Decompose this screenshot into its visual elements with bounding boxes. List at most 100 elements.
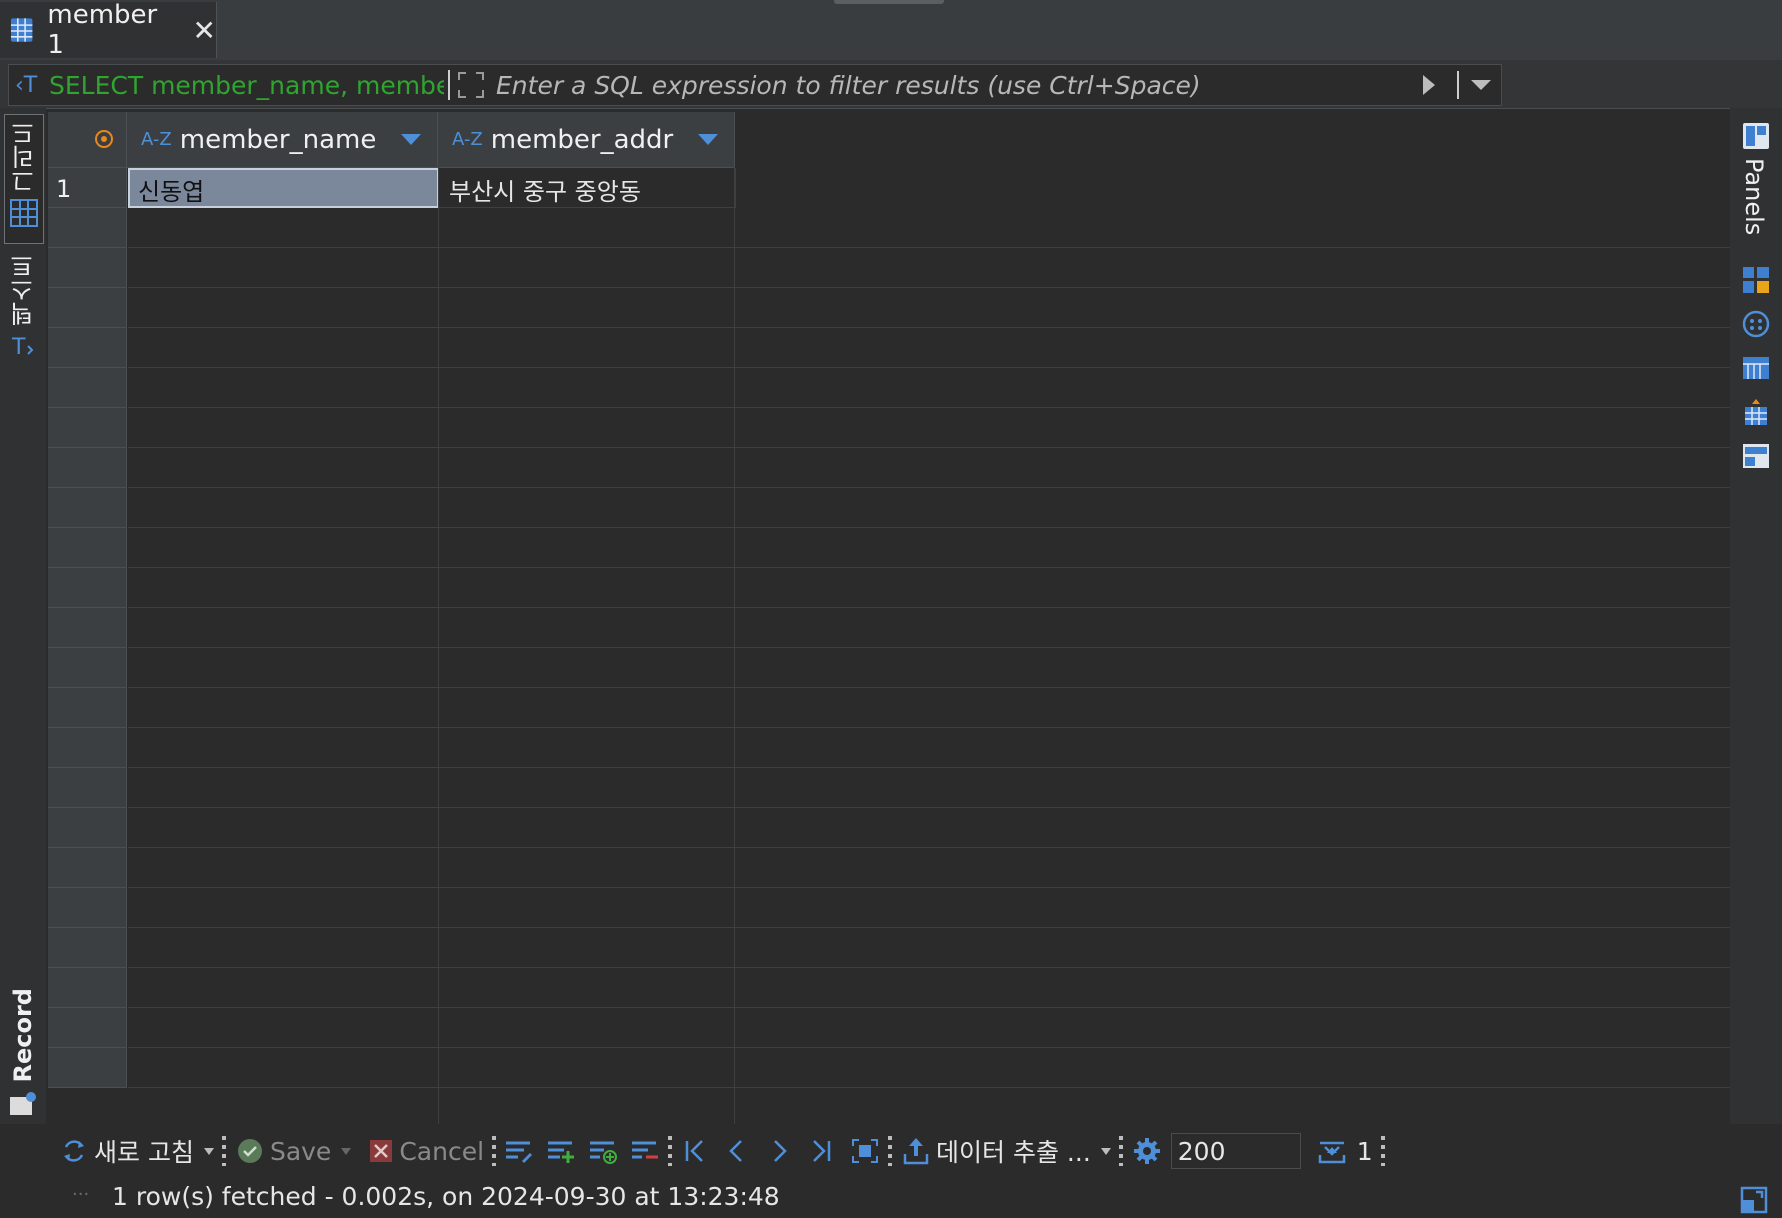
tab-text[interactable]: 텍스트 T [4, 254, 42, 364]
status-dots: ··· [72, 1184, 90, 1205]
row-number-empty [48, 1048, 127, 1088]
empty-grid-row [128, 288, 1730, 328]
status-bar: ··· 1 row(s) fetched - 0.002s, on 2024-0… [0, 1178, 1782, 1218]
previous-page-icon[interactable] [724, 1138, 750, 1164]
row-number[interactable]: 1 [48, 168, 127, 208]
close-icon[interactable]: ✕ [193, 14, 216, 47]
save-button[interactable]: Save [236, 1136, 352, 1166]
chevron-down-icon [341, 1147, 352, 1155]
record-tab-label: Record [9, 988, 37, 1083]
filter-input-box[interactable]: ‹T SELECT member_name, membe Enter a SQL… [8, 64, 1502, 106]
row-number-empty [48, 808, 127, 848]
cancel-icon [370, 1140, 393, 1162]
fetch-all-icon[interactable] [850, 1137, 880, 1165]
gear-icon[interactable] [1133, 1137, 1161, 1165]
column-name: member_name [179, 124, 377, 155]
filter-bar: ‹T SELECT member_name, membe Enter a SQL… [0, 60, 1782, 155]
refresh-label: 새로 고침 [94, 1138, 194, 1167]
row-number-empty [48, 928, 127, 968]
export-data-button[interactable]: 데이터 추출 ... [902, 1133, 1111, 1169]
row-number-empty [48, 848, 127, 888]
table-cell-member-name[interactable]: 신동엽 [128, 168, 439, 208]
separator [1457, 71, 1459, 99]
empty-grid-row [128, 368, 1730, 408]
next-page-icon[interactable] [766, 1138, 792, 1164]
empty-grid-row [128, 848, 1730, 888]
sort-icon[interactable] [401, 134, 421, 145]
fetch-size-input[interactable]: 200 [1170, 1133, 1301, 1169]
row-count-icon[interactable] [1317, 1137, 1347, 1165]
filter-history-dropdown-icon[interactable] [1471, 80, 1491, 90]
row-number-empty [48, 488, 127, 528]
row-count: 1 [1356, 1136, 1373, 1166]
value-viewer-icon[interactable] [1742, 266, 1770, 294]
cancel-button[interactable]: Cancel [369, 1137, 484, 1166]
copy-row-icon[interactable] [588, 1137, 618, 1165]
sort-icon[interactable] [698, 134, 718, 145]
record-icon [10, 1091, 36, 1115]
empty-grid-row [128, 888, 1730, 928]
panels-icon[interactable] [1742, 122, 1770, 150]
empty-grid-row [128, 568, 1730, 608]
tab-title: member 1 [47, 0, 158, 60]
expand-icon[interactable] [456, 70, 486, 100]
row-number-empty [48, 408, 127, 448]
chevron-down-icon [1100, 1147, 1111, 1155]
aggregate-icon[interactable] [1742, 310, 1770, 338]
grid-icon [10, 199, 38, 227]
column-header-member-addr[interactable]: A-Z member_addr [438, 112, 735, 168]
panels-sidebar: Panels [1730, 108, 1782, 1124]
empty-grid-row [128, 488, 1730, 528]
empty-grid-row [128, 768, 1730, 808]
row-number-empty [48, 768, 127, 808]
tab-record[interactable]: Record [4, 988, 42, 1118]
delete-row-icon[interactable] [630, 1137, 660, 1165]
empty-grid-row [128, 808, 1730, 848]
refresh-icon [64, 1140, 84, 1162]
empty-grid-row [128, 968, 1730, 1008]
text-cursor [448, 70, 450, 100]
empty-grid-row [128, 448, 1730, 488]
last-page-icon[interactable] [808, 1138, 834, 1164]
panels-label[interactable]: Panels [1740, 158, 1768, 235]
tab-member-1[interactable]: member 1 ✕ [0, 0, 217, 60]
filter-placeholder[interactable]: Enter a SQL expression to filter results… [496, 71, 1423, 100]
column-divider [438, 167, 439, 1124]
toolbar-separator [888, 1136, 893, 1166]
tab-grid[interactable]: 그리드 [4, 114, 44, 244]
sql-icon: ‹T [15, 72, 38, 98]
column-header-member-name[interactable]: A-Z member_name [127, 112, 438, 168]
row-number-empty [48, 608, 127, 648]
check-circle-icon [237, 1139, 262, 1163]
row-number-empty [48, 728, 127, 768]
row-number-empty [48, 208, 127, 248]
empty-grid-row [128, 408, 1730, 448]
row-number-empty [48, 648, 127, 688]
add-row-icon[interactable] [546, 1137, 576, 1165]
results-grid: A-Z member_name A-Z member_addr 1 신동엽 부산… [48, 112, 1730, 1124]
empty-grid-row [128, 928, 1730, 968]
sql-query-text[interactable]: SELECT member_name, membe [49, 71, 444, 100]
text-type-icon: A-Z [141, 129, 172, 150]
row-number-empty [48, 448, 127, 488]
empty-grid-row [128, 208, 1730, 248]
refresh-button[interactable]: 새로 고침 [60, 1133, 214, 1169]
references-icon[interactable] [1742, 398, 1770, 426]
edit-row-icon[interactable] [504, 1137, 534, 1165]
row-number-empty [48, 568, 127, 608]
toolbar-separator [1118, 1136, 1123, 1166]
results-toolbar: 새로 고침 Save Cancel 데이터 추출 ... 200 1 [0, 1124, 1782, 1178]
run-filter-icon[interactable] [1423, 75, 1435, 95]
drag-handle[interactable] [834, 0, 944, 4]
grouping-icon[interactable] [1742, 442, 1770, 470]
column-divider [734, 167, 735, 1124]
layout-toggle-icon[interactable] [1740, 1186, 1768, 1214]
toolbar-separator [1380, 1136, 1385, 1166]
grid-corner[interactable] [48, 112, 127, 168]
table-cell-member-addr[interactable]: 부산시 중구 중앙동 [439, 168, 736, 208]
empty-grid-row [128, 528, 1730, 568]
metadata-icon[interactable] [1742, 354, 1770, 382]
first-page-icon[interactable] [682, 1138, 708, 1164]
empty-grid-row [128, 1048, 1730, 1088]
save-label: Save [269, 1136, 332, 1166]
